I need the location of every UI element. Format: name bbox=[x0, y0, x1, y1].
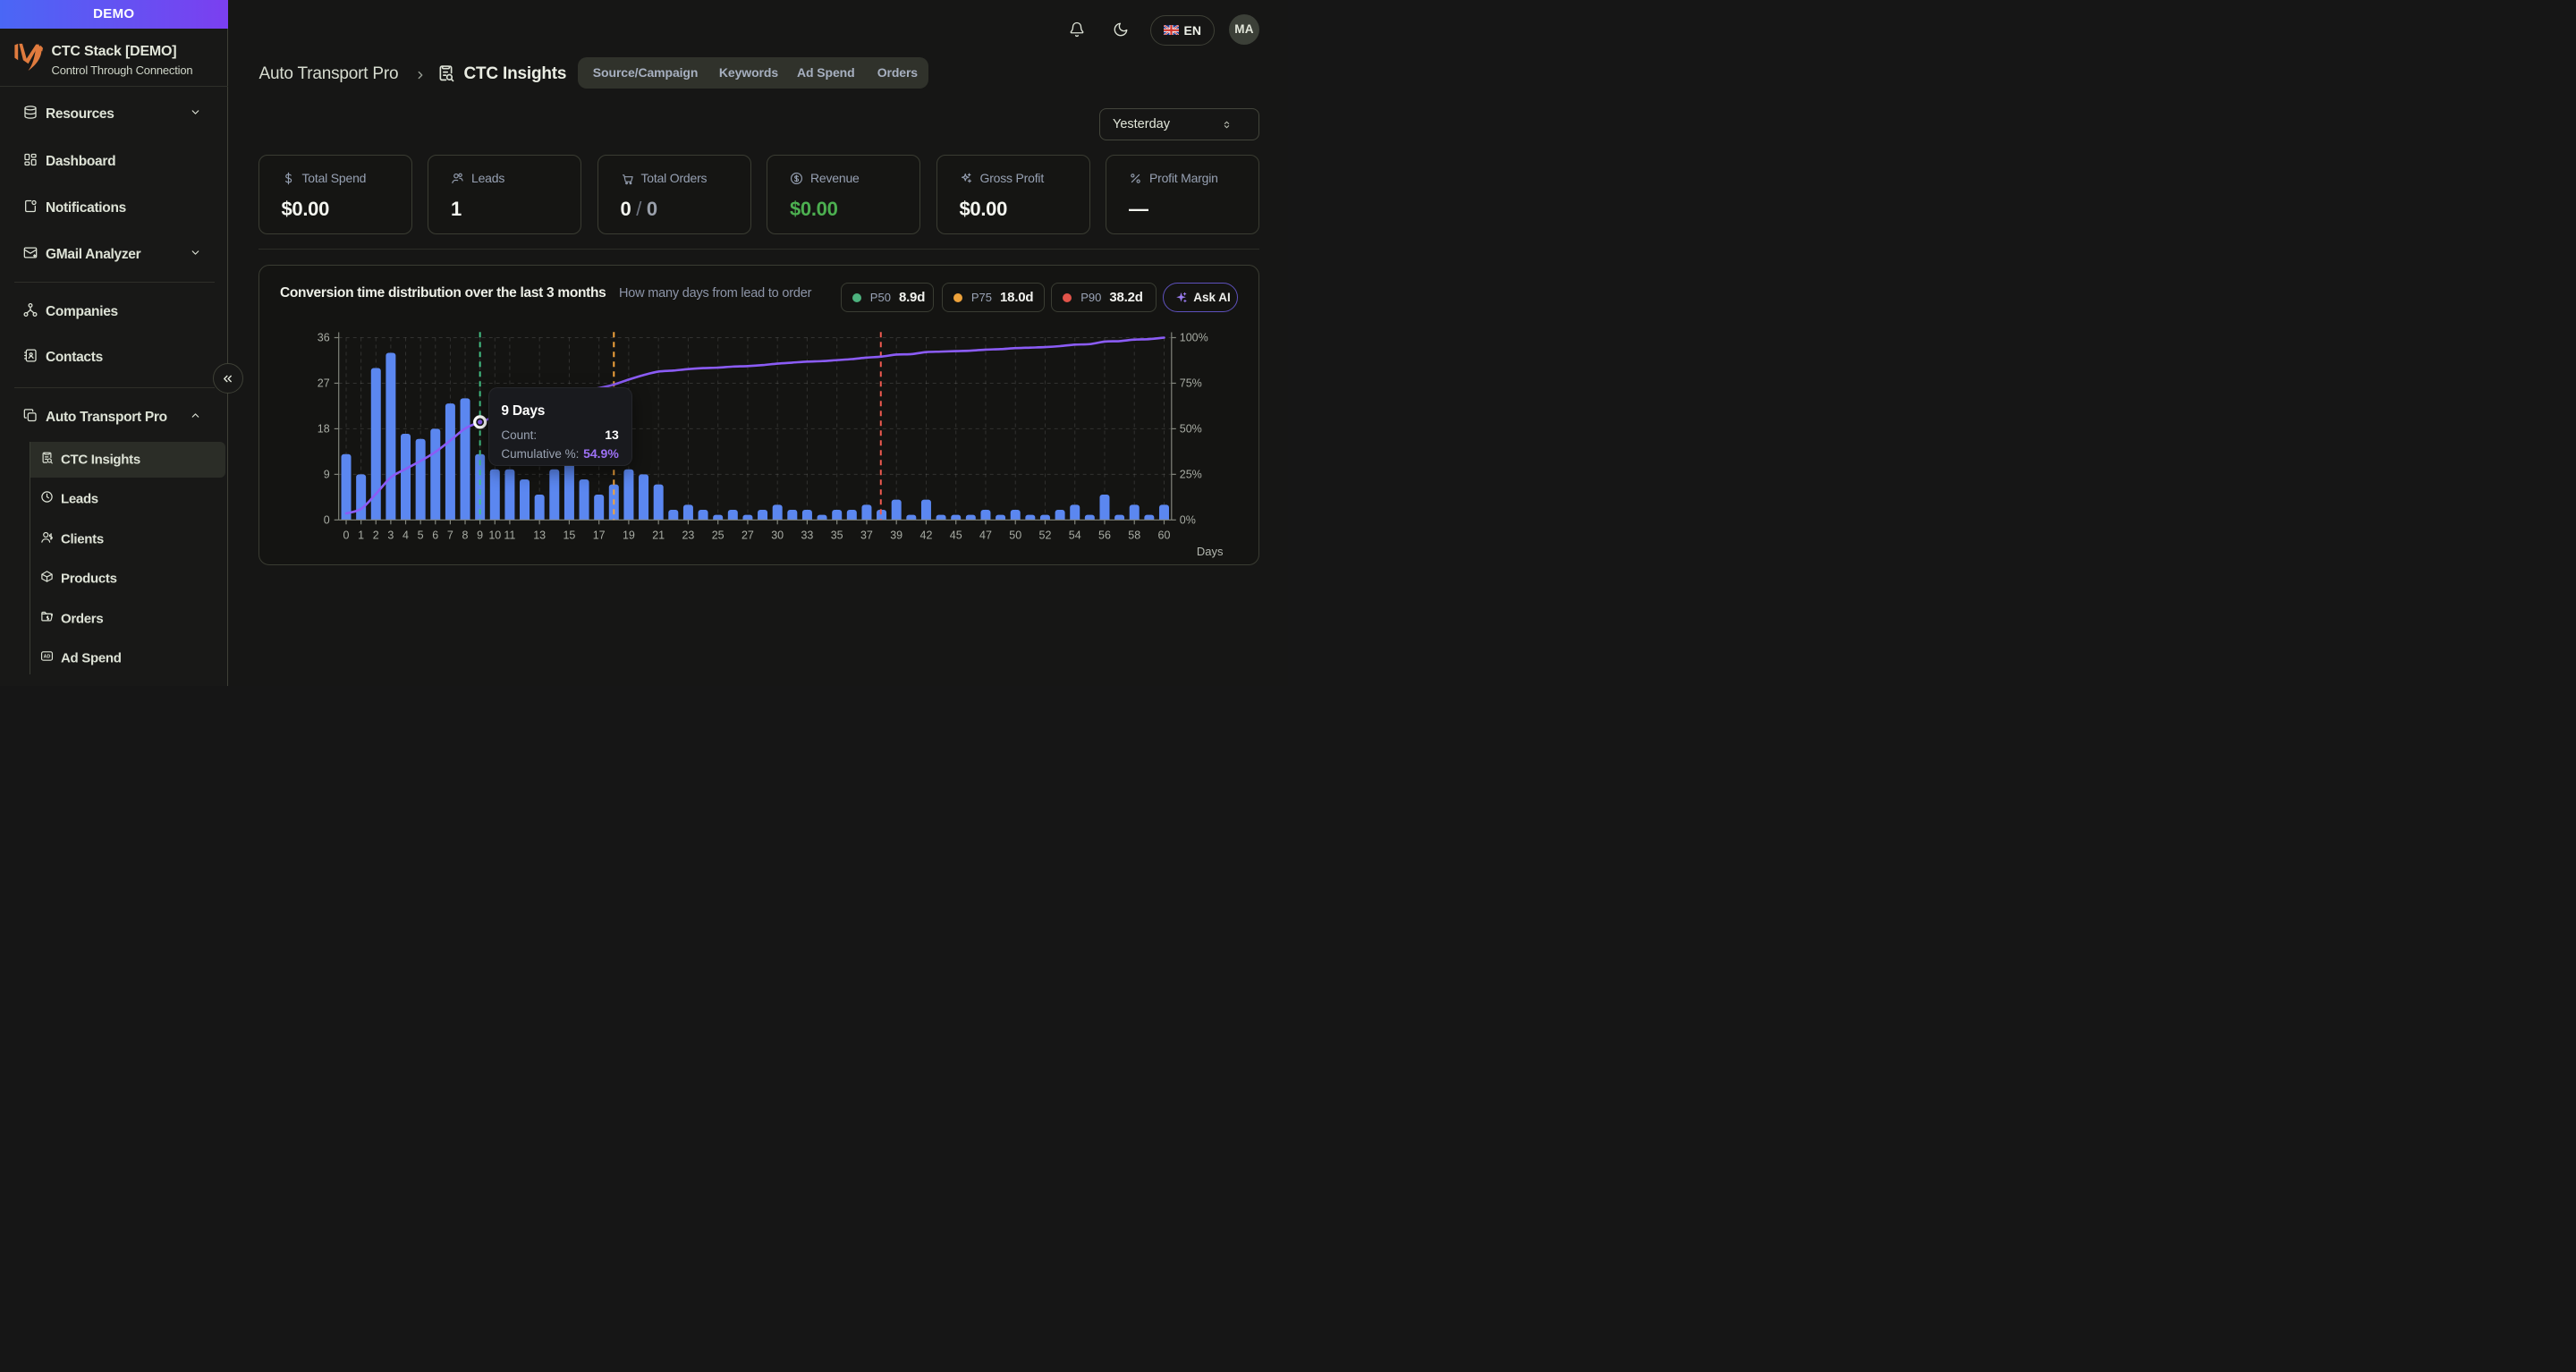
svg-text:0: 0 bbox=[323, 513, 329, 526]
svg-text:7: 7 bbox=[446, 529, 453, 541]
svg-text:45: 45 bbox=[949, 529, 962, 541]
svg-text:18: 18 bbox=[317, 422, 329, 435]
svg-text:Days: Days bbox=[1196, 544, 1223, 557]
svg-text:5: 5 bbox=[417, 529, 423, 541]
svg-text:AD: AD bbox=[44, 655, 51, 660]
svg-text:21: 21 bbox=[652, 529, 665, 541]
svg-text:36: 36 bbox=[317, 331, 329, 343]
svg-text:1: 1 bbox=[358, 529, 364, 541]
svg-text:35: 35 bbox=[830, 529, 843, 541]
svg-text:52: 52 bbox=[1038, 529, 1051, 541]
svg-text:3: 3 bbox=[387, 529, 394, 541]
svg-text:8: 8 bbox=[462, 529, 468, 541]
svg-text:100%: 100% bbox=[1179, 331, 1208, 343]
svg-text:33: 33 bbox=[801, 529, 813, 541]
svg-text:4: 4 bbox=[402, 529, 409, 541]
svg-text:0: 0 bbox=[343, 529, 349, 541]
svg-text:50%: 50% bbox=[1179, 422, 1201, 435]
svg-text:42: 42 bbox=[919, 529, 932, 541]
svg-text:37: 37 bbox=[860, 529, 873, 541]
svg-text:47: 47 bbox=[979, 529, 992, 541]
svg-text:75%: 75% bbox=[1179, 377, 1201, 389]
svg-text:60: 60 bbox=[1157, 529, 1170, 541]
svg-text:25: 25 bbox=[711, 529, 724, 541]
svg-text:9: 9 bbox=[323, 468, 329, 480]
svg-text:9: 9 bbox=[477, 529, 483, 541]
svg-text:50: 50 bbox=[1009, 529, 1021, 541]
svg-text:13: 13 bbox=[533, 529, 546, 541]
svg-text:2: 2 bbox=[372, 529, 378, 541]
svg-text:25%: 25% bbox=[1179, 468, 1201, 480]
svg-text:56: 56 bbox=[1098, 529, 1111, 541]
svg-text:11: 11 bbox=[504, 529, 515, 541]
svg-text:10: 10 bbox=[488, 529, 501, 541]
svg-text:58: 58 bbox=[1128, 529, 1140, 541]
svg-text:17: 17 bbox=[592, 529, 605, 541]
svg-text:0%: 0% bbox=[1179, 513, 1195, 526]
svg-text:15: 15 bbox=[563, 529, 575, 541]
svg-text:6: 6 bbox=[432, 529, 438, 541]
svg-text:39: 39 bbox=[890, 529, 902, 541]
svg-text:19: 19 bbox=[622, 529, 634, 541]
svg-text:54: 54 bbox=[1068, 529, 1080, 541]
svg-text:30: 30 bbox=[771, 529, 784, 541]
svg-text:23: 23 bbox=[682, 529, 694, 541]
svg-text:27: 27 bbox=[317, 377, 329, 389]
svg-text:27: 27 bbox=[741, 529, 753, 541]
